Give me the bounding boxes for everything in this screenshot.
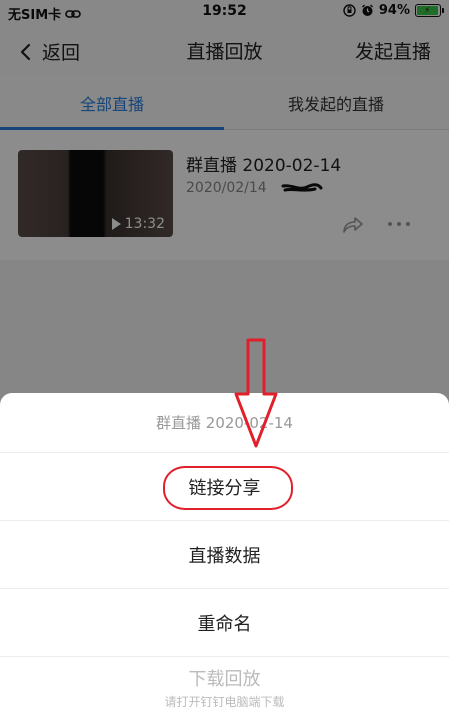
annotation-highlight [163, 466, 293, 510]
annotation-arrow [234, 338, 278, 448]
download-replay-label: 下载回放 [188, 669, 261, 690]
download-replay-option: 下载回放 请打开钉钉电脑端下载 [0, 657, 449, 718]
screen: 无SIM卡 19:52 94% ⚡ 返回 直播回放 发起直播 全部直播 我发起的… [0, 0, 449, 718]
action-sheet-title: 群直播 2020-02-14 [0, 393, 449, 453]
rename-option[interactable]: 重命名 [0, 589, 449, 657]
action-sheet: 群直播 2020-02-14 链接分享 直播数据 重命名 下载回放 请打开钉钉电… [0, 393, 449, 718]
live-data-option[interactable]: 直播数据 [0, 521, 449, 589]
download-replay-hint: 请打开钉钉电脑端下载 [164, 695, 285, 709]
